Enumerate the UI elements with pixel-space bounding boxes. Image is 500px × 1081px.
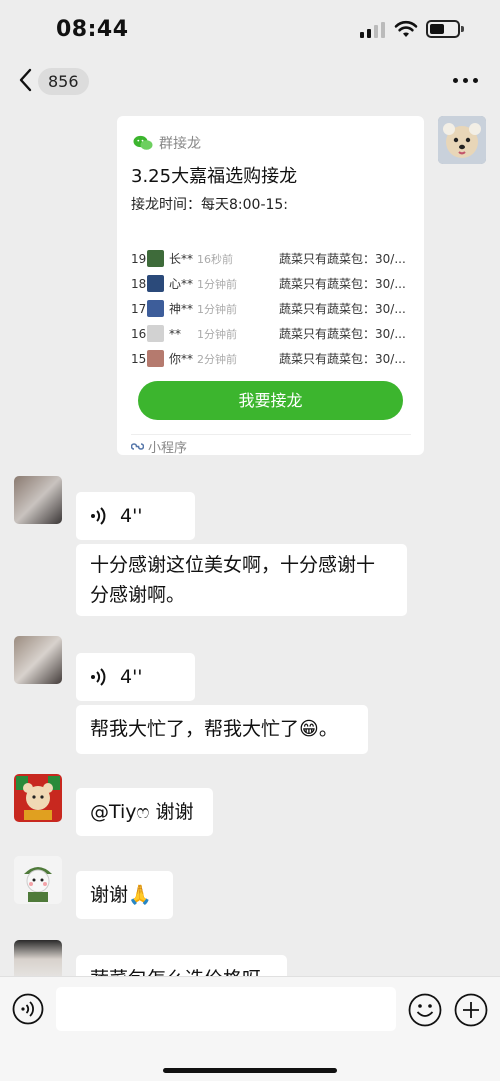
message-text: 。 xyxy=(318,718,338,740)
signup-avatar xyxy=(147,325,164,342)
voice-input-toggle-icon[interactable] xyxy=(12,993,44,1025)
voice-wave-icon xyxy=(91,668,106,686)
card-subtitle: 接龙时间：每天8:00-15: xyxy=(131,197,289,213)
unread-count-badge[interactable]: 856 xyxy=(38,68,89,95)
signup-avatar xyxy=(147,350,164,367)
sender-avatar[interactable] xyxy=(14,940,62,976)
signup-item: 蔬菜只有蔬菜包：30/... xyxy=(279,302,406,316)
voice-wave-icon xyxy=(91,507,106,525)
sender-avatar[interactable] xyxy=(14,774,62,822)
signup-item: 蔬菜只有蔬菜包：30/... xyxy=(279,327,406,341)
signup-avatar xyxy=(147,275,164,292)
signup-time: 2分钟前 xyxy=(197,352,237,366)
chat-message-list[interactable]: 群接龙 3.25大嘉福选购接龙 接龙时间：每天8:00-15: 19 长** 1… xyxy=(0,104,500,976)
sender-avatar[interactable] xyxy=(14,636,62,684)
text-message[interactable]: 十分感谢这位美女啊，十分感谢十 分感谢啊。 xyxy=(76,544,407,616)
sender-avatar[interactable] xyxy=(14,476,62,524)
message-input[interactable] xyxy=(56,987,396,1031)
status-time: 08:44 xyxy=(56,17,129,42)
nav-bar: 856 xyxy=(0,58,500,104)
signup-row: 19 长** 16秒前 蔬菜只有蔬菜包：30/... xyxy=(131,246,421,271)
home-indicator[interactable] xyxy=(163,1068,337,1073)
text-message[interactable]: @Tiyෆ 谢谢 xyxy=(76,788,213,836)
signup-name: 心** xyxy=(169,277,194,291)
signup-avatar xyxy=(147,250,164,267)
dog-avatar-icon xyxy=(438,116,486,164)
mini-program-icon xyxy=(131,443,144,450)
signup-time: 1分钟前 xyxy=(197,327,237,341)
emoji-icon[interactable] xyxy=(408,993,442,1027)
status-bar: 08:44 xyxy=(0,0,500,58)
message-text: 帮我大忙了，帮我大忙了 xyxy=(90,718,300,740)
card-source: 群接龙 xyxy=(133,133,201,153)
back-chevron-icon[interactable] xyxy=(16,66,36,94)
signup-list: 19 长** 16秒前 蔬菜只有蔬菜包：30/... 18 心** 1分钟前 蔬… xyxy=(131,246,421,371)
input-bar xyxy=(0,976,500,1081)
message-text-line: 分感谢啊。 xyxy=(90,584,186,606)
chat-bubbles-icon xyxy=(133,135,153,150)
message-text-line: 十分感谢这位美女啊，十分感谢十 xyxy=(90,554,376,576)
voice-message[interactable]: 4'' xyxy=(76,492,195,540)
battery-icon xyxy=(426,20,464,38)
more-options-icon[interactable] xyxy=(453,78,481,84)
signup-number: 19 xyxy=(131,251,147,266)
sender-avatar[interactable] xyxy=(14,856,62,904)
text-message[interactable]: 蔬菜包怎么选价格呀 xyxy=(76,955,287,976)
signup-item: 蔬菜只有蔬菜包：30/... xyxy=(279,277,406,291)
text-message[interactable]: 谢谢🙏 xyxy=(76,871,173,919)
signup-avatar xyxy=(147,300,164,317)
voice-message[interactable]: 4'' xyxy=(76,653,195,701)
signup-number: 17 xyxy=(131,301,147,316)
message-text: 蔬菜包怎么选价格呀 xyxy=(90,968,261,976)
card-source-label: 群接龙 xyxy=(159,136,201,152)
voice-duration: 4'' xyxy=(120,505,143,527)
signup-row: 18 心** 1分钟前 蔬菜只有蔬菜包：30/... xyxy=(131,271,421,296)
signup-name: 神** xyxy=(169,302,194,316)
signup-number: 16 xyxy=(131,326,147,341)
signup-time: 1分钟前 xyxy=(197,277,237,291)
signup-item: 蔬菜只有蔬菜包：30/... xyxy=(279,252,406,266)
signup-time: 16秒前 xyxy=(197,252,233,266)
text-message[interactable]: 帮我大忙了，帮我大忙了😁。 xyxy=(76,705,368,754)
signup-row: 15 你** 2分钟前 蔬菜只有蔬菜包：30/... xyxy=(131,346,421,371)
signup-row: 16 ** 1分钟前 蔬菜只有蔬菜包：30/... xyxy=(131,321,421,346)
cellular-signal-icon xyxy=(360,22,386,38)
soldier-cartoon-avatar-icon xyxy=(14,856,62,904)
card-footer-label: 小程序 xyxy=(148,441,188,456)
card-footer: 小程序 xyxy=(131,437,187,456)
signup-time: 1分钟前 xyxy=(197,302,237,316)
signup-name: ** xyxy=(169,326,181,341)
join-signup-button[interactable]: 我要接龙 xyxy=(138,381,403,420)
signup-number: 15 xyxy=(131,351,147,366)
signup-number: 18 xyxy=(131,276,147,291)
signup-row: 17 神** 1分钟前 蔬菜只有蔬菜包：30/... xyxy=(131,296,421,321)
signup-name: 你** xyxy=(169,352,194,366)
wifi-icon xyxy=(394,20,418,37)
mini-program-card[interactable]: 群接龙 3.25大嘉福选购接龙 接龙时间：每天8:00-15: 19 长** 1… xyxy=(117,116,424,456)
message-text: 谢谢 xyxy=(90,884,129,906)
card-divider xyxy=(131,434,411,435)
plus-icon[interactable] xyxy=(454,993,488,1027)
pray-emoji-icon: 🙏 xyxy=(128,884,152,906)
card-title: 3.25大嘉福选购接龙 xyxy=(131,166,298,187)
grin-emoji-icon: 😁 xyxy=(299,718,319,740)
signup-name: 长** xyxy=(169,252,194,266)
my-avatar[interactable] xyxy=(438,116,486,164)
voice-duration: 4'' xyxy=(120,666,143,688)
festive-mouse-avatar-icon xyxy=(14,774,62,822)
message-text: @Tiyෆ 谢谢 xyxy=(90,801,194,823)
signup-item: 蔬菜只有蔬菜包：30/... xyxy=(279,352,406,366)
